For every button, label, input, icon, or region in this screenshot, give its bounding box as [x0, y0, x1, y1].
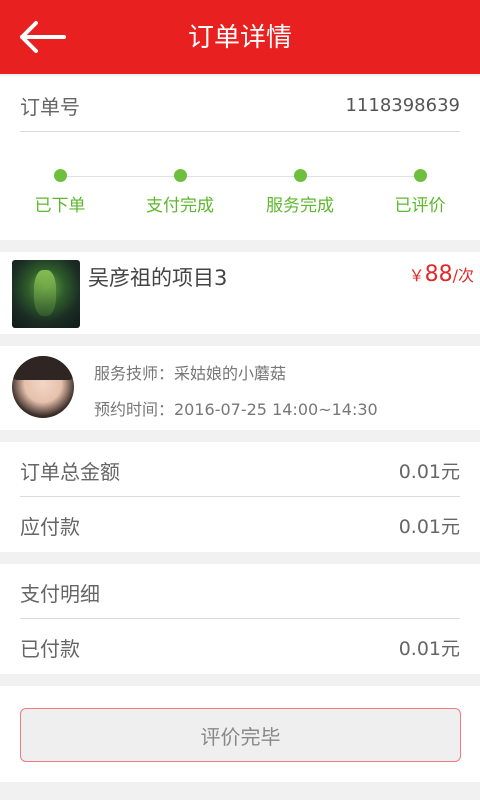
order-number-label: 订单号 [20, 94, 80, 119]
step-ordered: 已下单 [0, 169, 120, 216]
paid-row: 已付款 0.01元 [20, 619, 460, 675]
appointment-time: 预约时间：2016-07-25 14:00~14:30 [94, 400, 378, 419]
review-done-button[interactable]: 评价完毕 [20, 708, 461, 762]
page-title: 订单详情 [187, 23, 292, 53]
product-card[interactable]: 吴彦祖的项目3 ￥88/次 [0, 252, 480, 334]
paid-label: 已付款 [20, 636, 80, 661]
divider [20, 131, 460, 132]
payment-detail-label: 支付明细 [20, 581, 100, 606]
technician-avatar [12, 356, 74, 418]
payment-detail-section: 支付明细 已付款 0.01元 [0, 564, 480, 674]
payable-row: 应付款 0.01元 [20, 497, 460, 553]
payable-value: 0.01元 [398, 515, 460, 538]
amount-section: 订单总金额 0.01元 应付款 0.01元 [0, 442, 480, 552]
total-amount-row: 订单总金额 0.01元 [20, 442, 460, 498]
step-label: 已评价 [394, 196, 446, 216]
app-header: 订单详情 [0, 0, 480, 74]
step-paid: 支付完成 [120, 169, 240, 216]
action-area: 评价完毕 [0, 686, 480, 782]
product-name: 吴彦祖的项目3 [88, 266, 228, 290]
order-number-row: 订单号 1118398639 [20, 78, 460, 132]
price-unit: /次 [452, 266, 474, 285]
price-value: 88 [424, 262, 453, 287]
step-dot [413, 169, 427, 182]
payment-detail-header: 支付明细 [20, 564, 460, 620]
step-reviewed: 已评价 [360, 169, 480, 216]
technician-card: 服务技师：采姑娘的小蘑菇 预约时间：2016-07-25 14:00~14:30 [0, 346, 480, 430]
step-label: 支付完成 [146, 196, 214, 216]
step-dot [293, 169, 307, 182]
total-amount-value: 0.01元 [398, 460, 460, 483]
product-price: ￥88/次 [409, 262, 474, 287]
total-amount-label: 订单总金额 [20, 459, 120, 484]
step-dot [53, 169, 67, 182]
order-section: 订单号 1118398639 已下单 支付完成 服务完成 已评价 [0, 76, 480, 240]
payable-label: 应付款 [20, 514, 80, 539]
step-label: 服务完成 [266, 196, 334, 216]
product-thumbnail [12, 260, 80, 328]
step-label: 已下单 [34, 196, 86, 216]
order-number-value: 1118398639 [345, 94, 460, 116]
technician-name: 服务技师：采姑娘的小蘑菇 [94, 364, 287, 383]
step-service-done: 服务完成 [240, 169, 360, 216]
step-dot [173, 169, 187, 182]
price-currency: ￥ [408, 266, 425, 285]
paid-value: 0.01元 [398, 637, 460, 660]
